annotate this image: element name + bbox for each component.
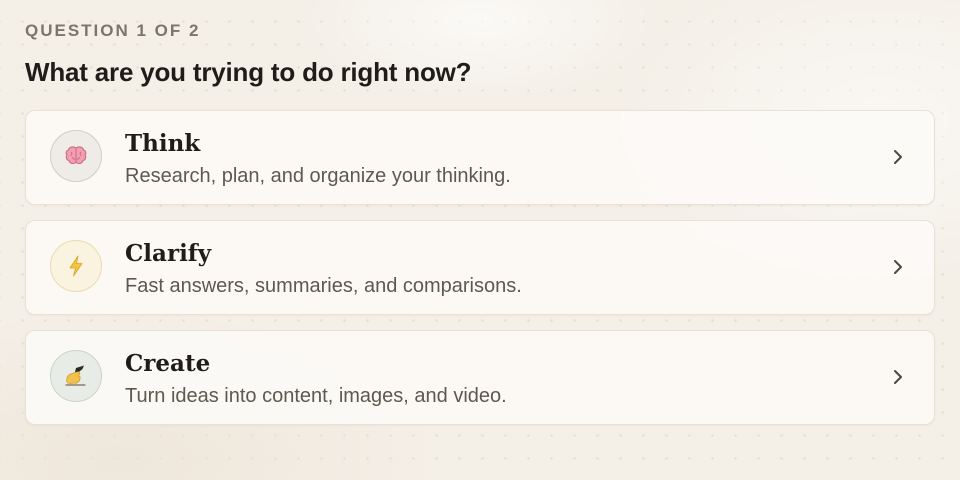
option-description: Turn ideas into content, images, and vid… <box>125 385 507 407</box>
option-think[interactable]: Think Research, plan, and organize your … <box>25 110 935 205</box>
question-title: What are you trying to do right now? <box>25 57 472 87</box>
chevron-right-icon <box>894 150 902 164</box>
option-title: Clarify <box>125 240 212 267</box>
chevron-right-icon <box>894 370 902 384</box>
writing-hand-icon <box>50 350 102 402</box>
option-title: Think <box>125 130 201 157</box>
option-description: Research, plan, and organize your thinki… <box>125 165 511 187</box>
option-clarify[interactable]: Clarify Fast answers, summaries, and com… <box>25 220 935 315</box>
option-title: Create <box>125 350 211 377</box>
options-list: Think Research, plan, and organize your … <box>25 110 935 440</box>
brain-icon <box>50 130 102 182</box>
option-description: Fast answers, summaries, and comparisons… <box>125 275 522 297</box>
lightning-icon <box>50 240 102 292</box>
question-counter: QUESTION 1 OF 2 <box>25 21 201 40</box>
chevron-right-icon <box>894 260 902 274</box>
option-create[interactable]: Create Turn ideas into content, images, … <box>25 330 935 425</box>
question-page: QUESTION 1 OF 2 What are you trying to d… <box>25 0 935 480</box>
